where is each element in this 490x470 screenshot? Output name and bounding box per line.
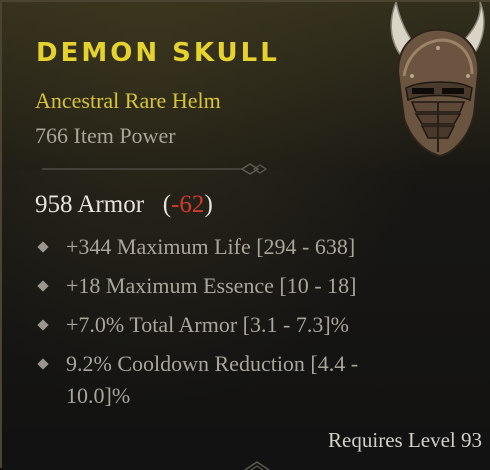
armor-value: 958 Armor [35,191,145,218]
item-type: Ancestral Rare Helm [35,88,221,113]
affix-line: +7.0% Total Armor [3.1 - 7.3]% [66,312,349,337]
armor-delta: -62 [171,191,205,218]
affix-line: +18 Maximum Essence [10 - 18] [66,273,357,298]
diamond-bullet-icon [37,358,49,370]
affix-line: +344 Maximum Life [294 - 638] [66,234,356,259]
bottom-ornament-icon [244,461,270,470]
item-name: DEMON SKULL [36,38,280,68]
affix-line: 9.2% Cooldown Reduction [4.4 - [66,351,359,376]
level-requirement: Requires Level 93 [328,428,482,452]
item-tooltip: DEMON SKULL Ancestral Rare Helm 766 Item… [0,0,490,470]
divider-ornament [42,163,268,175]
armor-open-paren: ( [150,191,172,218]
diamond-bullet-icon [37,319,49,331]
item-power: 766 Item Power [35,123,176,148]
diamond-bullet-icon [37,280,49,292]
armor-close-paren: ) [204,191,213,218]
armor-stat: 958 Armor (-62) [35,191,213,219]
affix-line-continued: 10.0]% [66,383,131,408]
horned-helm-icon [390,2,485,158]
diamond-bullet-icon [37,241,49,253]
